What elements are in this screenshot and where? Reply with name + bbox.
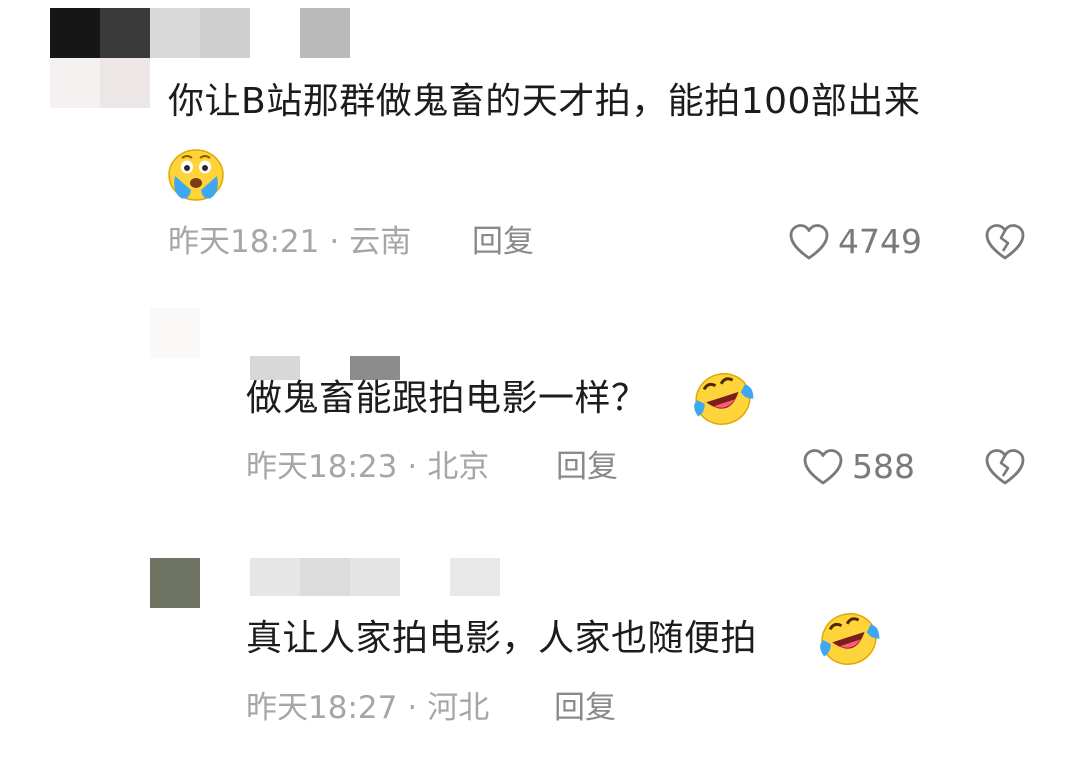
rofl-emoji	[694, 373, 754, 425]
avatar[interactable]	[150, 558, 200, 608]
like-button[interactable]: 588	[802, 447, 915, 487]
timestamp: 昨天18:27	[246, 690, 398, 726]
username-redacted[interactable]	[250, 558, 500, 596]
comment-text: 真让人家拍电影，人家也随便拍	[246, 617, 757, 661]
location: 河北	[427, 690, 490, 726]
location: 北京	[427, 449, 490, 485]
comment-meta: 昨天18:21 · 云南	[168, 222, 411, 262]
timestamp: 昨天18:23	[246, 449, 398, 485]
location: 云南	[349, 224, 412, 260]
rofl-emoji	[820, 613, 880, 665]
comment-meta: 昨天18:27 · 河北	[246, 688, 489, 728]
heart-outline-icon	[803, 449, 843, 485]
reply-button[interactable]: 回复	[554, 688, 616, 728]
avatar[interactable]	[50, 8, 150, 108]
reply-button[interactable]: 回复	[556, 447, 618, 487]
comment-body: 真让人家拍电影，人家也随便拍	[246, 618, 758, 659]
separator: ·	[329, 224, 340, 260]
heart-outline-icon	[789, 224, 829, 260]
broken-heart-icon[interactable]	[984, 448, 1026, 486]
comment-text: 做鬼畜能跟拍电影一样？	[246, 377, 648, 421]
comment-body: 做鬼畜能跟拍电影一样？	[246, 378, 648, 419]
separator: ·	[407, 690, 418, 726]
like-count: 588	[852, 447, 915, 486]
avatar[interactable]	[150, 308, 200, 358]
comment-meta: 昨天18:23 · 北京	[246, 447, 489, 487]
like-button[interactable]: 4749	[788, 222, 922, 262]
reply-button[interactable]: 回复	[472, 222, 534, 262]
separator: ·	[407, 449, 418, 485]
timestamp: 昨天18:21	[168, 224, 320, 260]
comment-body: 你让B站那群做鬼畜的天才拍，能拍100部出来	[168, 81, 921, 122]
like-count: 4749	[838, 222, 922, 261]
crying-laughing-emoji	[168, 149, 224, 201]
comment-text: 你让B站那群做鬼畜的天才拍，能拍100部出来	[168, 80, 920, 124]
broken-heart-icon[interactable]	[984, 223, 1026, 261]
username-redacted[interactable]	[150, 8, 350, 58]
